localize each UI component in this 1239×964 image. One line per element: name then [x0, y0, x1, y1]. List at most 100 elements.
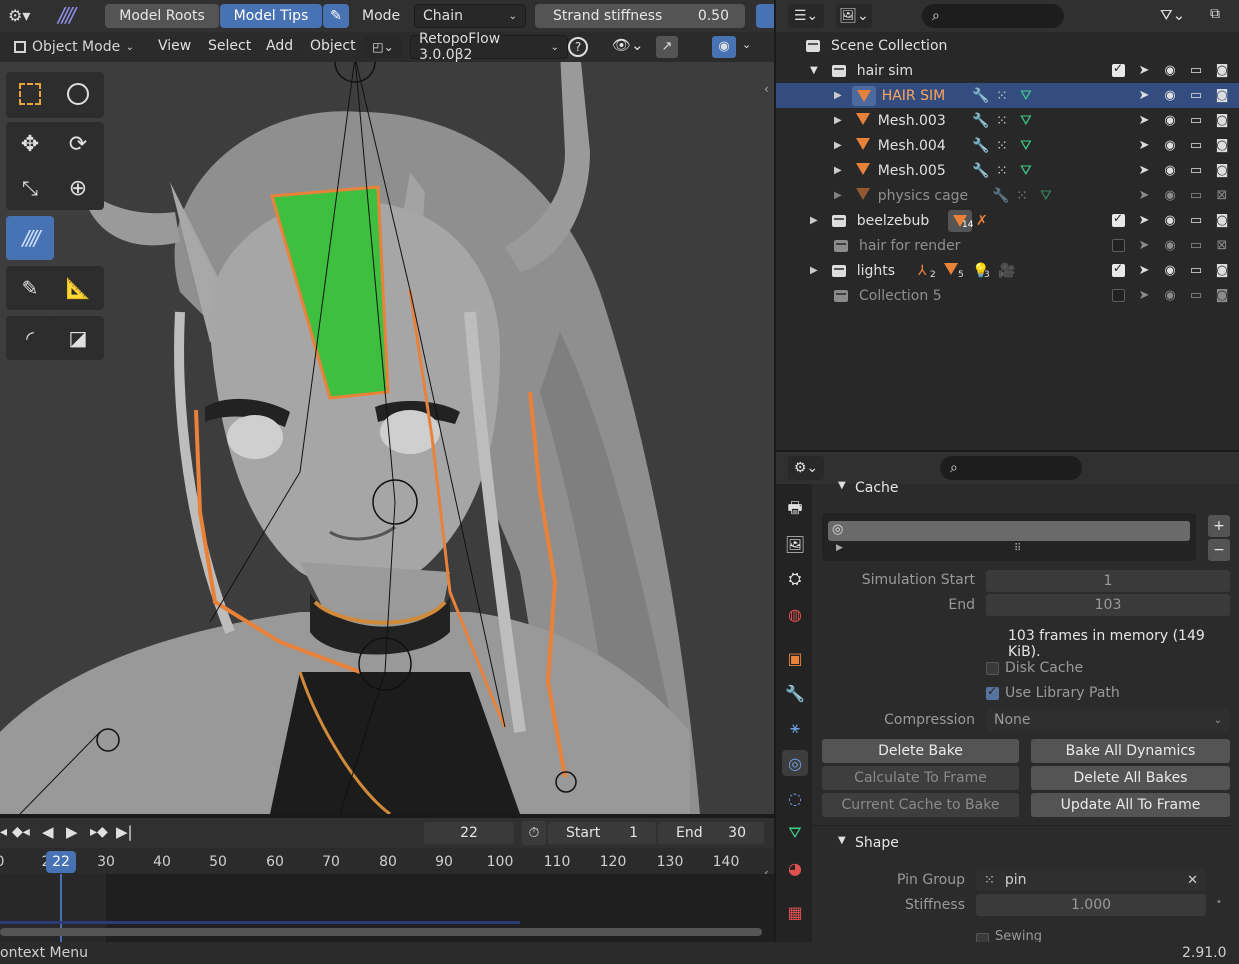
expand-down-icon[interactable]: ▼ — [810, 65, 818, 76]
end-frame-field[interactable]: End 30 — [658, 822, 764, 844]
camera-icon[interactable]: ◙ — [1215, 138, 1229, 153]
monitor-icon[interactable]: ▭ — [1189, 213, 1203, 228]
outliner-editor-icon[interactable]: ☰⌄ — [788, 4, 824, 28]
exclude-checkbox[interactable] — [1112, 211, 1125, 227]
cursor-icon[interactable] — [54, 72, 102, 116]
view-menu[interactable]: View — [158, 38, 191, 54]
stopwatch-icon[interactable]: ⏱ — [522, 821, 546, 845]
compression-dropdown[interactable]: None ⌄ — [986, 709, 1230, 731]
render-tab-icon[interactable]: 🖶 — [782, 497, 808, 523]
selectable-icon[interactable]: ➤ — [1137, 63, 1151, 78]
help-icon[interactable]: ? — [568, 37, 588, 57]
eye-icon[interactable]: ◉ — [1163, 238, 1177, 253]
camera-icon[interactable]: ◙ — [1215, 113, 1229, 128]
monitor-icon[interactable]: ▭ — [1189, 88, 1203, 103]
camera-icon[interactable]: ◙ — [1215, 263, 1229, 278]
remove-cache-button[interactable]: − — [1208, 539, 1230, 561]
add-cache-button[interactable]: + — [1208, 515, 1230, 537]
overlays-dropdown-icon[interactable]: ⌄ — [742, 38, 751, 51]
cache-list-item[interactable]: ◎ — [828, 521, 1190, 541]
exclude-checkbox[interactable] — [1112, 61, 1125, 77]
eye-icon[interactable]: ◉ — [1163, 88, 1177, 103]
select-box-icon[interactable] — [6, 72, 54, 116]
strand-stiffness-slider[interactable]: Strand stiffness 0.50 — [535, 4, 745, 28]
data-tab-icon[interactable]: ⛛ — [782, 820, 808, 846]
outliner-row-physics-cage[interactable]: ▶ physics cage 🔧 ⁙ ⛛ ➤ ◉ ▭ ⊠ — [776, 183, 1239, 208]
camera-icon[interactable]: ◙ — [1215, 163, 1229, 178]
sewing-checkbox[interactable]: Sewing — [976, 930, 1042, 942]
outliner-scene-collection[interactable]: Scene Collection — [776, 33, 1239, 58]
eye-icon[interactable]: ◉ — [1163, 188, 1177, 203]
use-library-path-checkbox[interactable]: Use Library Path — [986, 684, 1120, 701]
selectable-icon[interactable]: ➤ — [1137, 88, 1151, 103]
object-menu[interactable]: Object — [310, 38, 356, 54]
rotate-icon[interactable]: ⟳ — [54, 122, 102, 166]
filter-icon[interactable]: ⛛⌄ — [1160, 6, 1185, 24]
visibility-icon[interactable]: 👁⌄ — [612, 36, 644, 54]
selectable-icon[interactable]: ➤ — [1137, 263, 1151, 278]
monitor-icon[interactable]: ▭ — [1189, 63, 1203, 78]
selectable-icon[interactable]: ➤ — [1137, 138, 1151, 153]
checkbox-box[interactable] — [986, 684, 999, 700]
stiffness-field[interactable]: 1.000 — [976, 894, 1206, 916]
retopoflow-dropdown[interactable]: RetopoFlow 3.0.0β2 ⌄ — [410, 31, 568, 63]
outliner-row-mesh-003[interactable]: ▶ Mesh.003 🔧 ⁙ ⛛ ➤ ◉ ▭ ◙ — [776, 108, 1239, 133]
outliner-row-mesh-005[interactable]: ▶ Mesh.005 🔧 ⁙ ⛛ ➤ ◉ ▭ ◙ — [776, 158, 1239, 183]
expand-right-icon[interactable]: ▶ — [834, 140, 842, 151]
select-menu[interactable]: Select — [208, 38, 251, 54]
move-icon[interactable]: ✥ — [6, 122, 54, 166]
outliner-row-lights[interactable]: ▶ lights ⅄ 2 5 💡 3 🎥 ➤ ◉ ▭ ◙ — [776, 258, 1239, 283]
bake-all-dynamics-button[interactable]: Bake All Dynamics — [1031, 739, 1230, 763]
selectable-icon[interactable]: ➤ — [1137, 238, 1151, 253]
calculate-to-frame-button[interactable]: Calculate To Frame — [822, 766, 1019, 790]
playhead-label[interactable]: 22 — [46, 851, 76, 873]
current-cache-to-bake-button[interactable]: Current Cache to Bake — [822, 793, 1019, 817]
keyframe-dot-icon[interactable]: • — [1216, 897, 1222, 908]
add-plane-icon[interactable]: ◪ — [54, 316, 102, 360]
monitor-icon[interactable]: ▭ — [1189, 138, 1203, 153]
close-icon[interactable]: ✕ — [1187, 873, 1198, 888]
expand-right-icon[interactable]: ▶ — [810, 265, 818, 276]
selectable-icon[interactable]: ➤ — [1137, 163, 1151, 178]
simulation-start-field[interactable]: 1 — [986, 570, 1230, 592]
3d-viewport[interactable] — [0, 32, 774, 814]
eye-icon[interactable]: ◉ — [1163, 63, 1177, 78]
selectable-icon[interactable]: ➤ — [1137, 188, 1151, 203]
camera-icon[interactable]: ◙ — [1215, 288, 1229, 303]
end-field[interactable]: 103 — [986, 594, 1230, 616]
cache-title[interactable]: Cache — [855, 480, 899, 496]
shape-title[interactable]: Shape — [855, 835, 899, 851]
update-all-to-frame-button[interactable]: Update All To Frame — [1031, 793, 1230, 817]
current-frame-field[interactable]: 22 — [424, 822, 514, 844]
outliner-row-hair-sim[interactable]: ▼ hair sim ➤ ◉ ▭ ◙ — [776, 58, 1239, 83]
eye-icon[interactable]: ◉ — [1163, 113, 1177, 128]
eye-icon[interactable]: ◉ — [1163, 213, 1177, 228]
physics-tab-icon[interactable]: ◎ — [782, 750, 808, 776]
checkbox-box[interactable] — [986, 661, 999, 675]
transform-orientation-icon[interactable]: ◰⌄ — [364, 36, 402, 58]
collapse-shape-icon[interactable]: ▼ — [838, 835, 846, 846]
object-tab-icon[interactable]: ▣ — [782, 645, 808, 671]
model-roots-button[interactable]: Model Roots — [105, 4, 219, 28]
measure-icon[interactable]: 📐 — [54, 266, 102, 310]
eye-icon[interactable]: ◉ — [1163, 138, 1177, 153]
pin-group-field[interactable]: ⁙ pin ✕ — [976, 869, 1206, 891]
camera-icon[interactable]: ◙ — [1215, 88, 1229, 103]
jump-keyframe-back-icon[interactable]: ◆◂ — [12, 824, 30, 840]
camera-disabled-icon[interactable]: ⊠ — [1215, 238, 1229, 253]
expand-right-icon[interactable]: ▶ — [810, 215, 818, 226]
new-collection-icon[interactable]: ⧉ — [1210, 6, 1220, 22]
resize-grip-icon[interactable]: ⠿ — [1014, 543, 1021, 554]
eye-icon[interactable]: ◉ — [1163, 263, 1177, 278]
start-frame-field[interactable]: Start 1 — [548, 822, 656, 844]
overlays-icon[interactable]: ◉ — [712, 36, 736, 58]
add-cube-icon[interactable]: ◜ — [6, 316, 54, 360]
transform-icon[interactable]: ⊕ — [54, 166, 102, 210]
annotate-icon[interactable]: ✎ — [6, 266, 54, 310]
monitor-icon[interactable]: ▭ — [1189, 288, 1203, 303]
checkbox-box[interactable] — [976, 932, 989, 942]
camera-icon[interactable]: ◙ — [1215, 213, 1229, 228]
outliner-row-hair-for-render[interactable]: hair for render ➤ ◉ ▭ ⊠ — [776, 233, 1239, 258]
monitor-icon[interactable]: ▭ — [1189, 238, 1203, 253]
eye-icon[interactable]: ◉ — [1163, 288, 1177, 303]
